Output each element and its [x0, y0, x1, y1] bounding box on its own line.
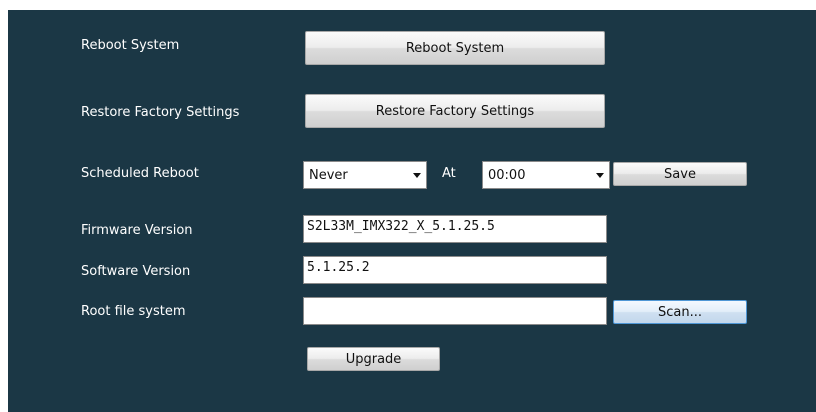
root-file-system-input[interactable]: [303, 297, 607, 325]
reboot-time-select[interactable]: 00:00: [482, 161, 610, 189]
scheduled-reboot-label: Scheduled Reboot: [81, 166, 199, 181]
reboot-system-button[interactable]: Reboot System: [305, 31, 605, 65]
reboot-frequency-select[interactable]: Never: [303, 161, 427, 189]
chevron-down-icon: [409, 166, 424, 184]
software-version-field: 5.1.25.2: [303, 256, 607, 284]
at-label: At: [442, 166, 456, 181]
firmware-version-label: Firmware Version: [81, 223, 193, 238]
maintenance-panel: Reboot System Reboot System Restore Fact…: [8, 10, 816, 412]
chevron-down-icon: [592, 166, 607, 184]
scan-button[interactable]: Scan...: [613, 300, 747, 324]
save-button[interactable]: Save: [613, 162, 747, 186]
restore-factory-button[interactable]: Restore Factory Settings: [305, 94, 605, 128]
reboot-time-value: 00:00: [488, 168, 526, 183]
restore-factory-label: Restore Factory Settings: [81, 105, 240, 120]
firmware-version-field: S2L33M_IMX322_X_5.1.25.5: [303, 215, 607, 243]
upgrade-button[interactable]: Upgrade: [307, 347, 440, 371]
software-version-label: Software Version: [81, 264, 191, 279]
root-file-system-label: Root file system: [81, 304, 186, 319]
reboot-frequency-value: Never: [309, 168, 348, 183]
reboot-system-label: Reboot System: [81, 38, 180, 53]
